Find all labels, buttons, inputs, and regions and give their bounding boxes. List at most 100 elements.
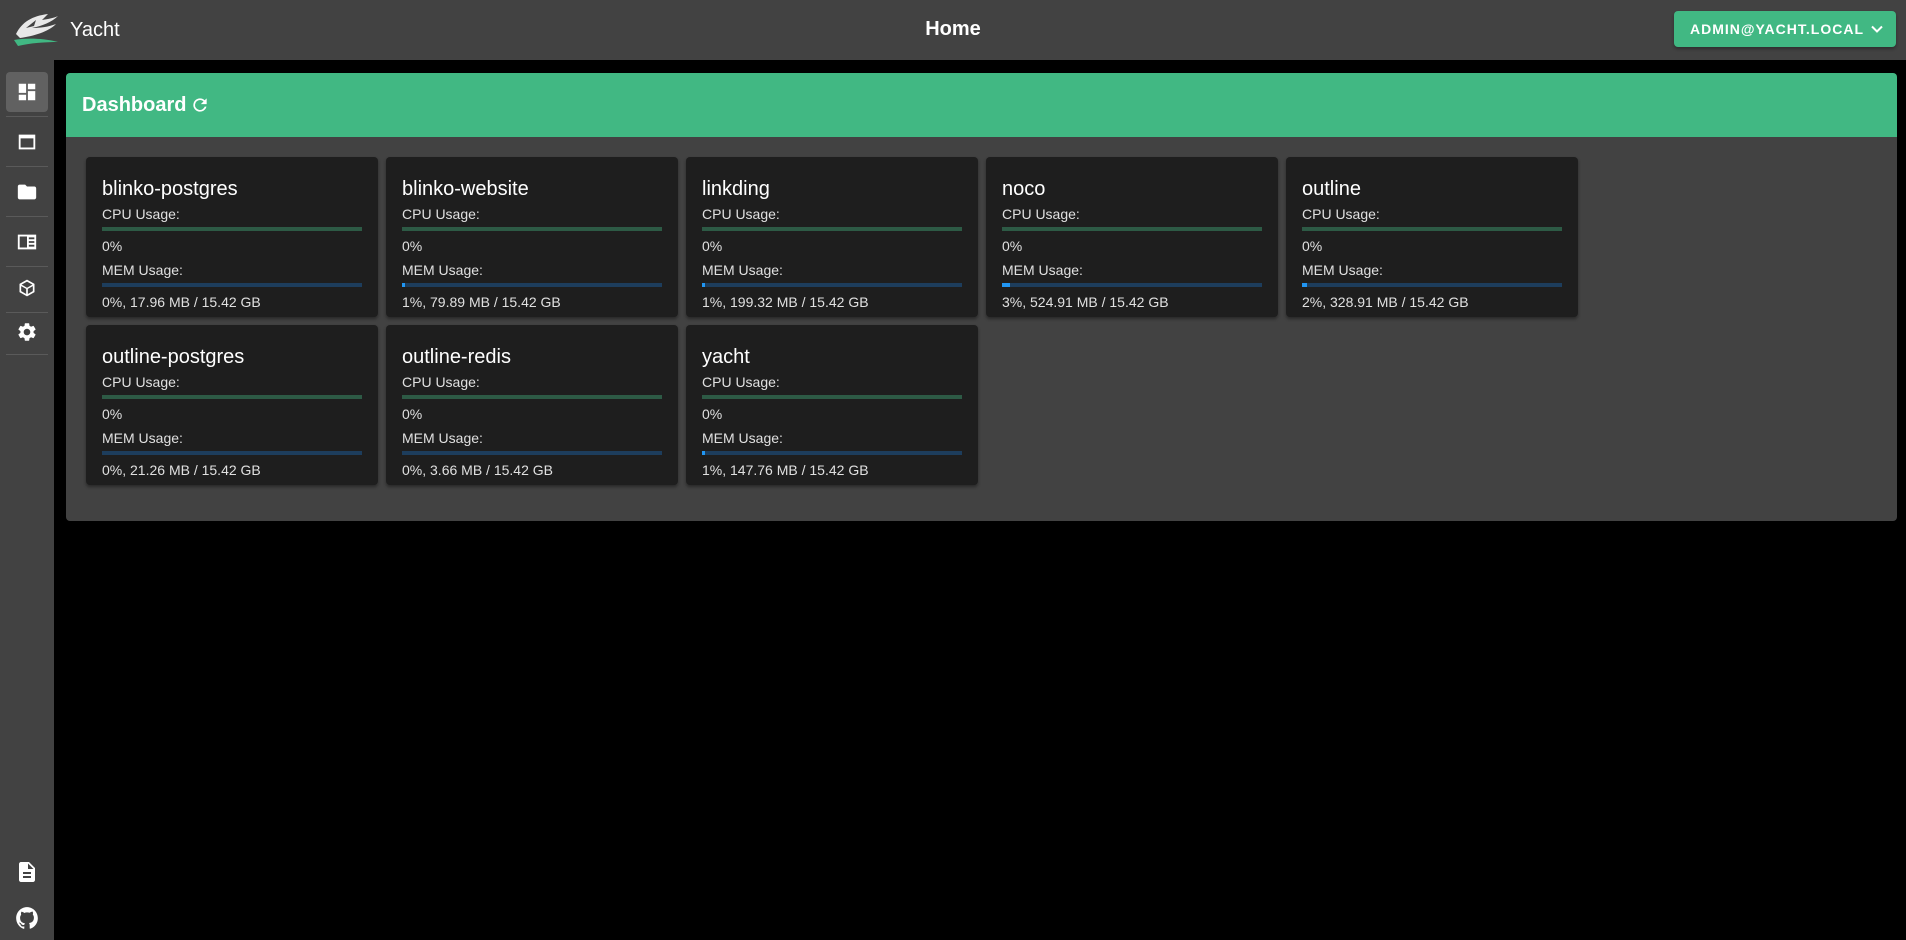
mem-progress-fill xyxy=(1302,283,1308,287)
app-card[interactable]: outline-postgres CPU Usage: 0% MEM Usage… xyxy=(86,325,378,485)
cpu-progress-bar xyxy=(702,395,962,399)
app-card[interactable]: blinko-postgres CPU Usage: 0% MEM Usage:… xyxy=(86,157,378,317)
mem-progress-bar xyxy=(102,283,362,287)
mem-progress-bar xyxy=(402,451,662,455)
app-name: blinko-postgres xyxy=(102,178,238,200)
cpu-label: CPU Usage: xyxy=(102,374,180,390)
cpu-progress-bar xyxy=(402,227,662,231)
mem-value: 0%, 21.26 MB / 15.42 GB xyxy=(102,462,261,478)
top-app-bar: Yacht Home ADMIN@YACHT.LOCAL xyxy=(0,0,1906,60)
cpu-value: 0% xyxy=(702,406,723,422)
mem-value: 1%, 147.76 MB / 15.42 GB xyxy=(702,462,869,478)
app-card[interactable]: blinko-website CPU Usage: 0% MEM Usage: … xyxy=(386,157,678,317)
cpu-progress-bar xyxy=(102,227,362,231)
sidebar-item-projects[interactable] xyxy=(6,222,48,262)
app-name: yacht xyxy=(702,346,750,368)
folder-icon xyxy=(17,184,37,200)
gear-icon xyxy=(18,323,36,341)
cpu-label: CPU Usage: xyxy=(702,206,780,222)
sidebar-divider xyxy=(6,166,48,167)
github-icon xyxy=(16,907,38,929)
chevron-down-icon xyxy=(1871,25,1883,33)
app-name: linkding xyxy=(702,178,770,200)
mem-label: MEM Usage: xyxy=(702,262,783,278)
app-name: blinko-website xyxy=(402,178,529,200)
cpu-value: 0% xyxy=(102,238,123,254)
mem-progress-bar xyxy=(702,451,962,455)
cpu-value: 0% xyxy=(402,238,423,254)
main-content: Dashboard blinko-postgres CPU Usage: 0% … xyxy=(66,73,1897,521)
app-name: outline-redis xyxy=(402,346,511,368)
cpu-value: 0% xyxy=(1002,238,1023,254)
mem-progress-bar xyxy=(1002,283,1262,287)
mem-label: MEM Usage: xyxy=(1002,262,1083,278)
mem-progress-bar xyxy=(702,283,962,287)
sidebar-item-templates[interactable] xyxy=(6,172,48,212)
cpu-progress-bar xyxy=(102,395,362,399)
cpu-value: 0% xyxy=(1302,238,1323,254)
dashboard-header: Dashboard xyxy=(66,73,1897,137)
mem-value: 1%, 199.32 MB / 15.42 GB xyxy=(702,294,869,310)
cpu-value: 0% xyxy=(402,406,423,422)
sidebar-item-resources[interactable] xyxy=(6,268,48,308)
user-email: ADMIN@YACHT.LOCAL xyxy=(1689,21,1864,37)
cpu-progress-bar xyxy=(1302,227,1562,231)
cpu-label: CPU Usage: xyxy=(1302,206,1380,222)
mem-progress-fill xyxy=(402,283,405,287)
dashboard-title: Dashboard xyxy=(82,93,187,116)
sidebar-item-applications[interactable] xyxy=(6,122,48,162)
app-name: Yacht xyxy=(70,18,120,41)
app-card[interactable]: linkding CPU Usage: 0% MEM Usage: 1%, 19… xyxy=(686,157,978,317)
app-card[interactable]: yacht CPU Usage: 0% MEM Usage: 1%, 147.7… xyxy=(686,325,978,485)
mem-progress-fill xyxy=(1002,283,1010,287)
sidebar-item-dashboard[interactable] xyxy=(6,72,48,112)
cpu-label: CPU Usage: xyxy=(402,374,480,390)
document-icon xyxy=(19,862,35,882)
cpu-label: CPU Usage: xyxy=(402,206,480,222)
mem-value: 1%, 79.89 MB / 15.42 GB xyxy=(402,294,561,310)
dashboard-icon xyxy=(18,83,36,101)
app-card[interactable]: outline-redis CPU Usage: 0% MEM Usage: 0… xyxy=(386,325,678,485)
app-name: noco xyxy=(1002,178,1046,200)
refresh-icon[interactable] xyxy=(190,95,210,115)
sidebar-divider xyxy=(6,354,48,355)
mem-label: MEM Usage: xyxy=(402,262,483,278)
mem-progress-fill xyxy=(702,451,705,455)
sidebar-item-settings[interactable] xyxy=(6,312,48,352)
mem-progress-bar xyxy=(402,283,662,287)
sidebar-divider xyxy=(6,216,48,217)
view-list-icon xyxy=(17,234,37,250)
sidebar xyxy=(0,60,54,940)
mem-label: MEM Usage: xyxy=(102,262,183,278)
window-icon xyxy=(18,134,36,150)
cpu-label: CPU Usage: xyxy=(102,206,180,222)
yacht-logo-icon xyxy=(14,14,58,46)
page-title: Home xyxy=(925,18,981,40)
sidebar-divider xyxy=(6,116,48,117)
mem-value: 3%, 524.91 MB / 15.42 GB xyxy=(1002,294,1169,310)
mem-label: MEM Usage: xyxy=(1302,262,1383,278)
app-card[interactable]: outline CPU Usage: 0% MEM Usage: 2%, 328… xyxy=(1286,157,1578,317)
app-name: outline xyxy=(1302,178,1361,200)
cpu-label: CPU Usage: xyxy=(1002,206,1080,222)
mem-value: 2%, 328.91 MB / 15.42 GB xyxy=(1302,294,1469,310)
mem-progress-fill xyxy=(702,283,705,287)
mem-value: 0%, 3.66 MB / 15.42 GB xyxy=(402,462,553,478)
sidebar-item-docs[interactable] xyxy=(6,852,48,892)
cpu-progress-bar xyxy=(402,395,662,399)
mem-label: MEM Usage: xyxy=(102,430,183,446)
app-name: outline-postgres xyxy=(102,346,245,368)
cpu-value: 0% xyxy=(102,406,123,422)
mem-label: MEM Usage: xyxy=(402,430,483,446)
app-card[interactable]: noco CPU Usage: 0% MEM Usage: 3%, 524.91… xyxy=(986,157,1278,317)
cpu-progress-bar xyxy=(702,227,962,231)
mem-progress-bar xyxy=(1302,283,1562,287)
brand[interactable]: Yacht xyxy=(0,0,120,60)
mem-label: MEM Usage: xyxy=(702,430,783,446)
cpu-progress-bar xyxy=(1002,227,1262,231)
sidebar-item-github[interactable] xyxy=(6,898,48,938)
user-menu-button[interactable]: ADMIN@YACHT.LOCAL xyxy=(1673,11,1896,47)
cpu-value: 0% xyxy=(702,238,723,254)
app-card-grid: blinko-postgres CPU Usage: 0% MEM Usage:… xyxy=(66,137,1897,521)
mem-value: 0%, 17.96 MB / 15.42 GB xyxy=(102,294,261,310)
